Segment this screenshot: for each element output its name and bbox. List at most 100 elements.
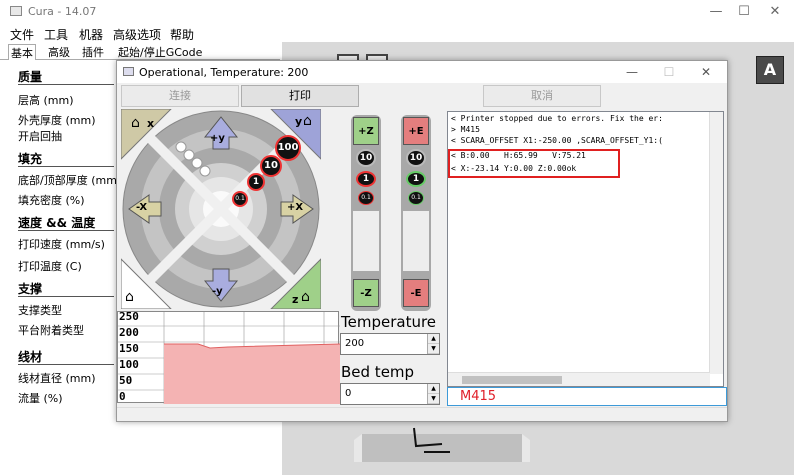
console-line: < Printer stopped due to errors. Fix the…	[451, 114, 663, 123]
temperature-spinbox[interactable]: 200 ▲ ▼	[340, 333, 440, 355]
graph-label-100: 100	[119, 358, 139, 371]
spin-down-icon[interactable]: ▼	[428, 394, 439, 404]
label-support-type: 支撑类型	[18, 304, 62, 317]
tab-advanced[interactable]: 高级	[46, 44, 72, 60]
graph-label-250: 250	[119, 310, 139, 323]
app-titlebar: Cura - 14.07 — ☐ ✕	[0, 0, 794, 24]
view-mode-icon[interactable]: A	[756, 56, 784, 84]
print-button[interactable]: 打印	[241, 85, 359, 107]
label-fill-density: 填充密度 (%)	[18, 194, 85, 207]
menu-tools[interactable]: 工具	[44, 26, 68, 43]
label-bottom-top-thickness: 底部/顶部厚度 (mm)	[18, 174, 122, 187]
step-100-button[interactable]: 100	[275, 135, 301, 161]
menu-machine[interactable]: 机器	[79, 26, 103, 43]
label-filament-diameter: 线材直径 (mm)	[18, 372, 96, 385]
label-retraction: 开启回抽	[18, 130, 62, 143]
plus-y-label[interactable]: +y	[210, 133, 225, 144]
z-blank-area	[353, 211, 379, 271]
spin-down-icon[interactable]: ▼	[428, 344, 439, 354]
home-icon[interactable]: ⌂	[131, 115, 140, 131]
console-line: > M415	[451, 125, 480, 134]
menu-help[interactable]: 帮助	[170, 26, 194, 43]
graph-label-50: 50	[119, 374, 133, 387]
command-text: M415	[460, 389, 497, 404]
label-platform-adhesion: 平台附着类型	[18, 324, 84, 337]
z-step-0-1-button[interactable]: 0.1	[358, 191, 374, 205]
home-all-icon[interactable]: ⌂	[125, 289, 134, 305]
minus-y-label[interactable]: -y	[212, 286, 223, 297]
settings-tabs: 基本 高级 插件 起始/停止GCode	[0, 42, 280, 60]
z-home-label[interactable]: z	[292, 293, 298, 306]
e-blank-area	[403, 211, 429, 271]
highlight-box	[448, 149, 620, 178]
temperature-graph-plot	[118, 312, 340, 404]
divider	[18, 166, 114, 167]
bed-temp-stepper[interactable]: ▲ ▼	[427, 384, 439, 404]
dialog-maximize-button[interactable]: ☐	[654, 63, 684, 81]
temperature-label: Temperature	[341, 313, 437, 331]
label-layer-height: 层高 (mm)	[18, 94, 74, 107]
step-0-1-button[interactable]: 0.1	[232, 191, 248, 207]
command-input[interactable]: M415	[447, 387, 727, 406]
plus-x-label[interactable]: +X	[287, 202, 303, 213]
step-1-button[interactable]: 1	[247, 173, 265, 191]
label-print-temperature: 打印温度 (C)	[18, 260, 82, 273]
section-filament: 线材	[18, 350, 43, 364]
home-icon[interactable]: ⌂	[301, 289, 310, 305]
tab-start-end-gcode[interactable]: 起始/停止GCode	[116, 44, 204, 60]
cancel-button[interactable]: 取消	[483, 85, 601, 107]
menu-advanced[interactable]: 高级选项	[113, 26, 161, 43]
bed-temp-spinbox[interactable]: 0 ▲ ▼	[340, 383, 440, 405]
spin-up-icon[interactable]: ▲	[428, 384, 439, 394]
graph-label-200: 200	[119, 326, 139, 339]
z-axis-control: +Z 10 1 0.1 -Z	[351, 115, 381, 311]
temperature-stepper[interactable]: ▲ ▼	[427, 334, 439, 354]
app-title: Cura - 14.07	[28, 5, 97, 18]
spin-up-icon[interactable]: ▲	[428, 334, 439, 344]
temperature-graph: 250 200 150 100 50 0	[117, 310, 340, 404]
x-home-label[interactable]: x	[147, 117, 154, 130]
print-bed-shape	[354, 427, 530, 462]
e-step-0-1-button[interactable]: 0.1	[408, 191, 424, 205]
graph-label-150: 150	[119, 342, 139, 355]
graph-label-0: 0	[119, 390, 126, 403]
home-icon[interactable]: ⌂	[303, 113, 312, 129]
e-axis-control: +E 10 1 0.1 -E	[401, 115, 431, 311]
bed-temp-label: Bed temp	[341, 363, 415, 381]
label-shell-thickness: 外壳厚度 (mm)	[18, 114, 96, 127]
dialog-minimize-button[interactable]: —	[617, 63, 647, 81]
scroll-thumb[interactable]	[462, 376, 562, 384]
e-step-1-button[interactable]: 1	[406, 171, 426, 187]
bed-temp-value: 0	[345, 388, 352, 399]
dialog-close-button[interactable]: ✕	[691, 63, 721, 81]
console-log[interactable]: < Printer stopped due to errors. Fix the…	[447, 111, 724, 387]
z-down-button[interactable]: -Z	[353, 279, 379, 307]
e-down-button[interactable]: -E	[403, 279, 429, 307]
z-up-button[interactable]: +Z	[353, 117, 379, 145]
e-step-10-button[interactable]: 10	[406, 149, 426, 167]
divider	[18, 364, 114, 365]
dialog-icon	[123, 67, 134, 76]
close-button[interactable]: ✕	[757, 2, 793, 22]
status-bar	[117, 407, 727, 421]
menu-file[interactable]: 文件	[10, 26, 34, 43]
e-up-button[interactable]: +E	[403, 117, 429, 145]
console-vertical-scrollbar[interactable]	[709, 112, 723, 374]
z-step-10-button[interactable]: 10	[356, 149, 376, 167]
z-step-1-button[interactable]: 1	[356, 171, 376, 187]
connect-button[interactable]: 连接	[121, 85, 239, 107]
app-icon	[10, 6, 22, 16]
console-line: < SCARA_OFFSET X1:-250.00 ,SCARA_OFFSET_…	[451, 136, 663, 145]
dialog-titlebar: Operational, Temperature: 200 — ☐ ✕	[117, 61, 727, 83]
section-speed-temperature: 速度 && 温度	[18, 216, 96, 230]
divider	[18, 230, 114, 231]
tab-plugins[interactable]: 插件	[80, 44, 106, 60]
y-home-label[interactable]: y	[295, 115, 302, 128]
minus-x-label[interactable]: -X	[136, 202, 147, 213]
dialog-title: Operational, Temperature: 200	[139, 66, 309, 79]
printer-dialog: Operational, Temperature: 200 — ☐ ✕ 连接 打…	[116, 60, 728, 422]
section-support: 支撑	[18, 282, 43, 296]
tab-basic[interactable]: 基本	[8, 44, 36, 60]
console-horizontal-scrollbar[interactable]	[448, 372, 710, 386]
step-10-button[interactable]: 10	[260, 155, 282, 177]
